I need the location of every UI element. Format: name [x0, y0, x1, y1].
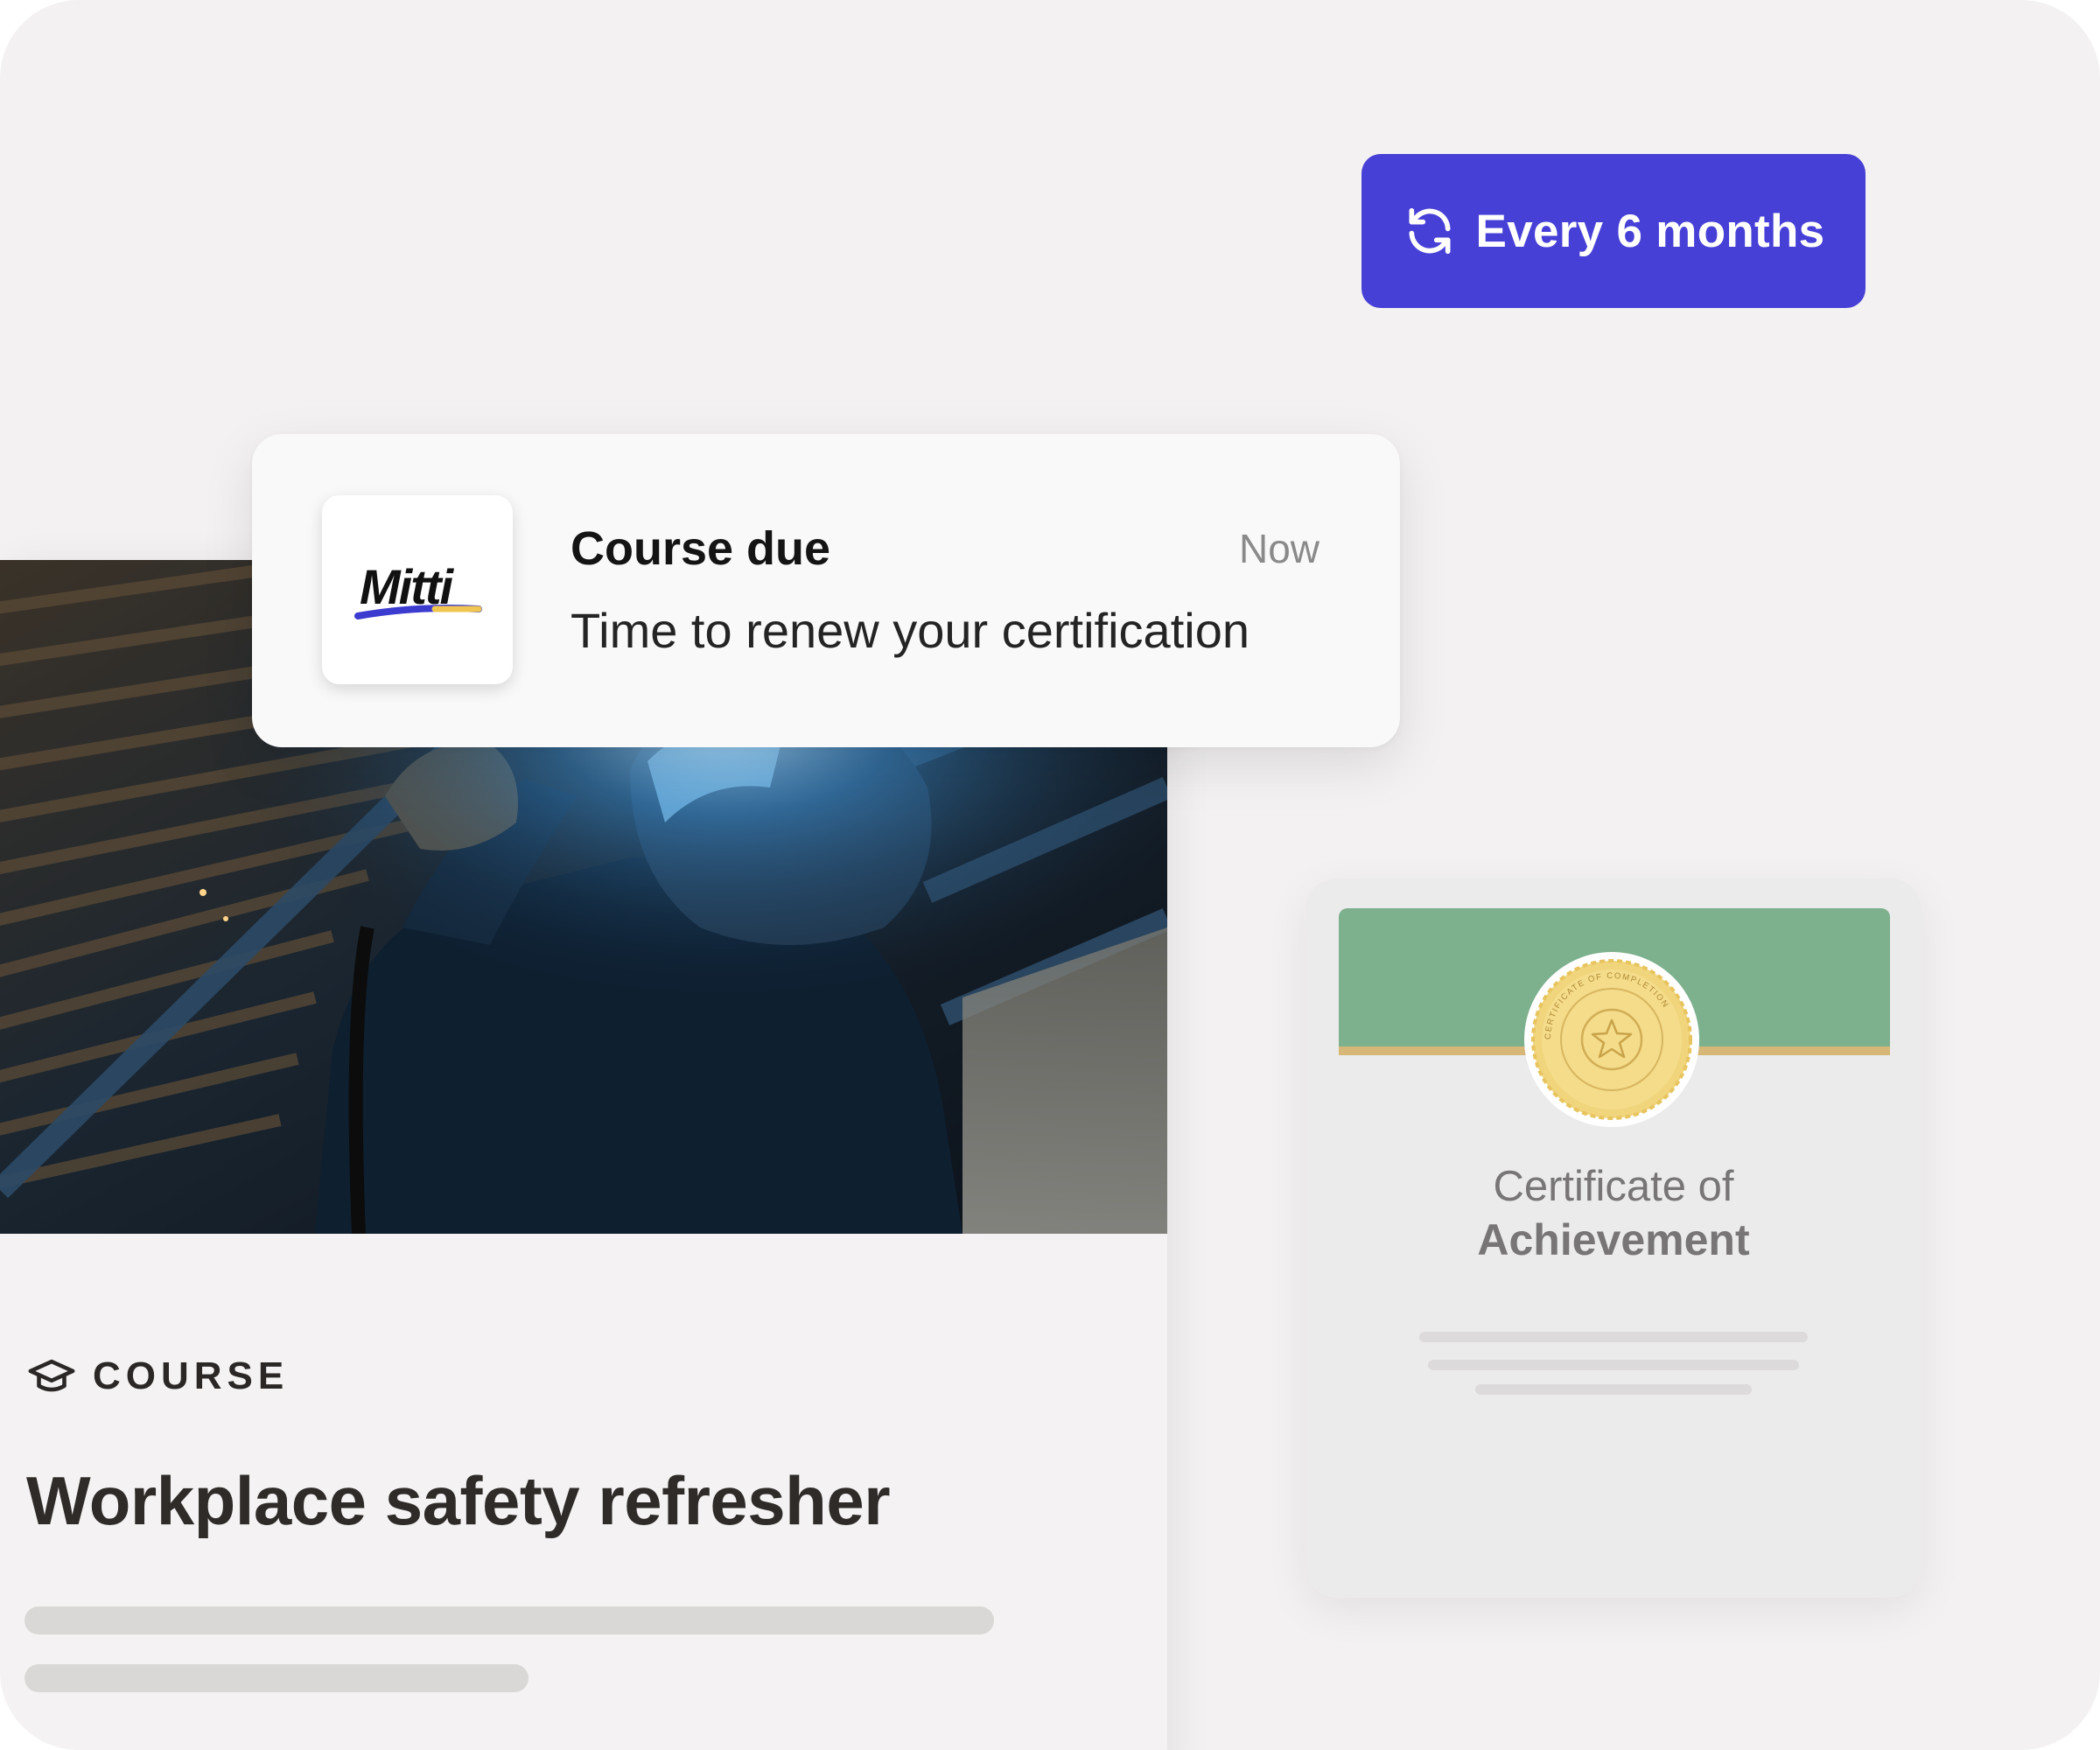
course-kind: COURSE — [26, 1346, 289, 1407]
text-placeholder — [24, 1606, 994, 1634]
graduation-cap-icon — [26, 1351, 77, 1402]
course-title: Workplace safety refresher — [26, 1462, 891, 1539]
notification-title: Course due — [570, 522, 831, 575]
recurrence-label: Every 6 months — [1475, 205, 1825, 257]
notification-card[interactable]: Mitti Course due Now Time to renew your … — [252, 434, 1400, 747]
recurrence-button[interactable]: Every 6 months — [1362, 154, 1866, 308]
app-logo: Mitti — [322, 495, 513, 684]
text-placeholder — [24, 1664, 528, 1692]
text-placeholder — [1419, 1332, 1808, 1342]
text-placeholder — [1475, 1384, 1752, 1395]
course-kind-label: COURSE — [93, 1354, 290, 1397]
text-placeholder — [1428, 1360, 1799, 1370]
certificate-line2: Achievement — [1477, 1215, 1750, 1264]
notification-body: Time to renew your certification — [570, 603, 1250, 658]
refresh-icon — [1403, 204, 1457, 258]
canvas: Every 6 months COURSE Workplace safety r… — [0, 0, 2100, 1750]
certificate-line1: Certificate of — [1493, 1163, 1734, 1210]
certificate-card[interactable]: CERTIFICATE OF COMPLETION Certificate of… — [1306, 878, 1922, 1598]
seal-icon: CERTIFICATE OF COMPLETION — [1522, 950, 1701, 1129]
certificate-heading: Certificate of Achievement — [1306, 1162, 1922, 1265]
notification-time: Now — [1238, 526, 1320, 571]
